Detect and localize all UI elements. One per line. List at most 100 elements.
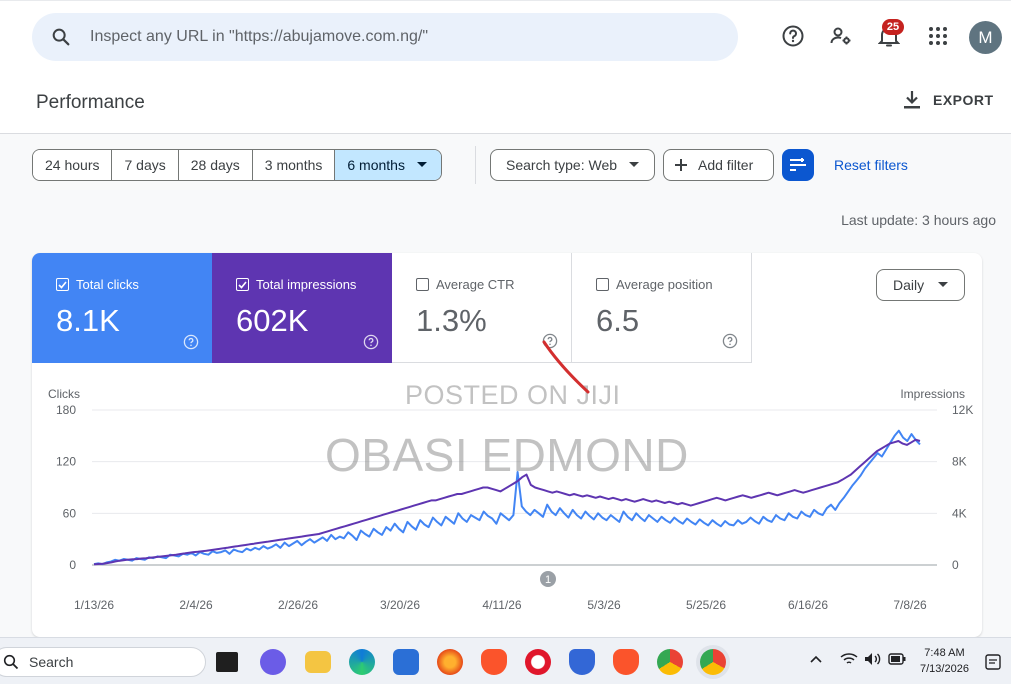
date-range-24h[interactable]: 24 hours (33, 150, 113, 180)
x-tick-label: 7/8/26 (893, 598, 927, 612)
last-update-text: Last update: 3 hours ago (841, 212, 996, 228)
help-icon[interactable] (363, 334, 379, 350)
metric-value: 6.5 (596, 303, 640, 338)
download-icon (904, 91, 920, 109)
dropdown-arrow-icon (416, 162, 427, 167)
plus-icon (675, 159, 687, 171)
vpn-shield-icon[interactable] (569, 649, 595, 675)
red-pen-stroke (542, 340, 590, 394)
add-filter-label: Add filter (698, 157, 754, 173)
x-tick-label: 5/3/26 (587, 598, 621, 612)
checkbox-unchecked-icon[interactable] (596, 278, 609, 291)
filter-divider (475, 146, 476, 184)
filter-settings-button[interactable] (782, 149, 814, 181)
metric-total-clicks-header: Total clicks (56, 277, 139, 292)
file-explorer-icon[interactable] (305, 651, 331, 673)
checkbox-unchecked-icon[interactable] (416, 278, 429, 291)
reset-filters-link[interactable]: Reset filters (834, 157, 908, 173)
help-icon[interactable] (722, 333, 738, 349)
brave-icon[interactable] (481, 649, 507, 675)
notification-count-badge: 25 (882, 19, 904, 35)
battery-icon[interactable] (888, 653, 906, 665)
store-icon[interactable] (393, 649, 419, 675)
clock-time: 7:48 AM (924, 647, 965, 659)
search-icon (3, 654, 19, 670)
chat-app-icon[interactable] (260, 649, 286, 675)
x-tick-labels: 1/13/26 2/4/26 2/26/26 3/20/26 4/11/26 5/3/26… (74, 598, 927, 612)
checkbox-checked-icon[interactable] (236, 278, 249, 291)
metric-average-ctr-header: Average CTR (416, 277, 515, 292)
windows-taskbar: Search 7:48 AM 7/13/2026 (0, 637, 1011, 684)
metric-label: Total impressions (256, 277, 357, 292)
help-icon[interactable] (780, 23, 806, 49)
date-range-7d[interactable]: 7 days (112, 150, 179, 180)
page-header: Performance EXPORT (0, 72, 1011, 134)
date-range-3m[interactable]: 3 months (252, 150, 336, 180)
metric-total-clicks[interactable]: Total clicks 8.1K (32, 253, 212, 363)
apps-grid-icon[interactable] (925, 23, 951, 49)
x-tick-label: 6/16/26 (788, 598, 828, 612)
opera-icon[interactable] (525, 649, 551, 675)
search-icon (52, 28, 70, 46)
date-range-28d[interactable]: 28 days (178, 150, 253, 180)
task-view-icon[interactable] (216, 652, 238, 672)
wifi-icon[interactable] (840, 652, 858, 666)
annotation-marker[interactable]: 1 (540, 571, 556, 587)
metric-label: Average CTR (436, 277, 515, 292)
url-inspection-input[interactable] (90, 28, 690, 46)
checkbox-checked-icon[interactable] (56, 278, 69, 291)
performance-chart: Clicks Impressions 180 120 60 0 12K 8K 4K 0 1/… (48, 387, 973, 612)
x-tick-label: 4/11/26 (482, 598, 521, 612)
edge-browser-icon[interactable] (349, 649, 375, 675)
date-range-6m[interactable]: 6 months (335, 150, 441, 180)
chrome-icon[interactable] (657, 649, 683, 675)
page-title: Performance (36, 92, 145, 113)
y-left-tick-labels: 180 120 60 0 (56, 403, 76, 572)
account-avatar[interactable]: M (969, 21, 1002, 54)
users-settings-icon[interactable] (828, 23, 854, 49)
dropdown-arrow-icon (629, 162, 640, 167)
firefox-icon[interactable] (437, 649, 463, 675)
brave-beta-icon[interactable] (613, 649, 639, 675)
search-type-chip[interactable]: Search type: Web (490, 149, 655, 181)
export-button[interactable]: EXPORT (903, 90, 994, 110)
metric-value: 8.1K (56, 303, 120, 338)
watermark-line-2: OBASI EDMOND (325, 429, 689, 481)
y-right-tick-label: 4K (952, 506, 967, 520)
y-left-tick-label: 180 (56, 403, 76, 417)
y-right-tick-labels: 12K 8K 4K 0 (952, 403, 973, 572)
y-left-tick-label: 120 (56, 455, 76, 469)
taskbar-clock[interactable]: 7:48 AM 7/13/2026 (920, 645, 969, 677)
date-range-selector: 24 hours 7 days 28 days 3 months 6 month… (32, 149, 442, 181)
date-range-6m-label: 6 months (347, 157, 405, 173)
add-filter-button[interactable]: Add filter (663, 149, 774, 181)
metric-value: 602K (236, 303, 309, 338)
top-app-bar: 25 M (0, 0, 1011, 72)
metric-label: Total clicks (76, 277, 139, 292)
metric-average-position-header: Average position (596, 277, 713, 292)
metric-value: 1.3% (416, 303, 487, 338)
y-right-tick-label: 8K (952, 455, 967, 469)
metric-total-impressions[interactable]: Total impressions 602K (212, 253, 392, 363)
y-left-tick-label: 0 (69, 558, 76, 572)
chrome-active-icon[interactable] (700, 649, 726, 675)
speaker-icon[interactable] (864, 652, 882, 666)
x-tick-label: 5/25/26 (686, 598, 726, 612)
x-tick-label: 2/26/26 (278, 598, 318, 612)
taskbar-search[interactable]: Search (0, 647, 206, 677)
y-right-tick-label: 0 (952, 558, 959, 572)
help-icon[interactable] (183, 334, 199, 350)
chevron-up-icon[interactable] (810, 655, 822, 663)
y-right-axis-title: Impressions (900, 387, 965, 401)
metric-total-impressions-header: Total impressions (236, 277, 356, 292)
taskbar-search-label: Search (29, 654, 74, 670)
export-label: EXPORT (933, 92, 994, 108)
search-type-label: Search type: Web (506, 157, 618, 173)
url-inspection-bar[interactable] (32, 13, 738, 61)
clock-date: 7/13/2026 (920, 663, 969, 675)
metric-label: Average position (616, 277, 713, 292)
granularity-dropdown[interactable]: Daily (876, 269, 965, 301)
x-tick-label: 1/13/26 (74, 598, 114, 612)
notification-center-icon[interactable] (985, 654, 1001, 670)
y-right-tick-label: 12K (952, 403, 973, 417)
